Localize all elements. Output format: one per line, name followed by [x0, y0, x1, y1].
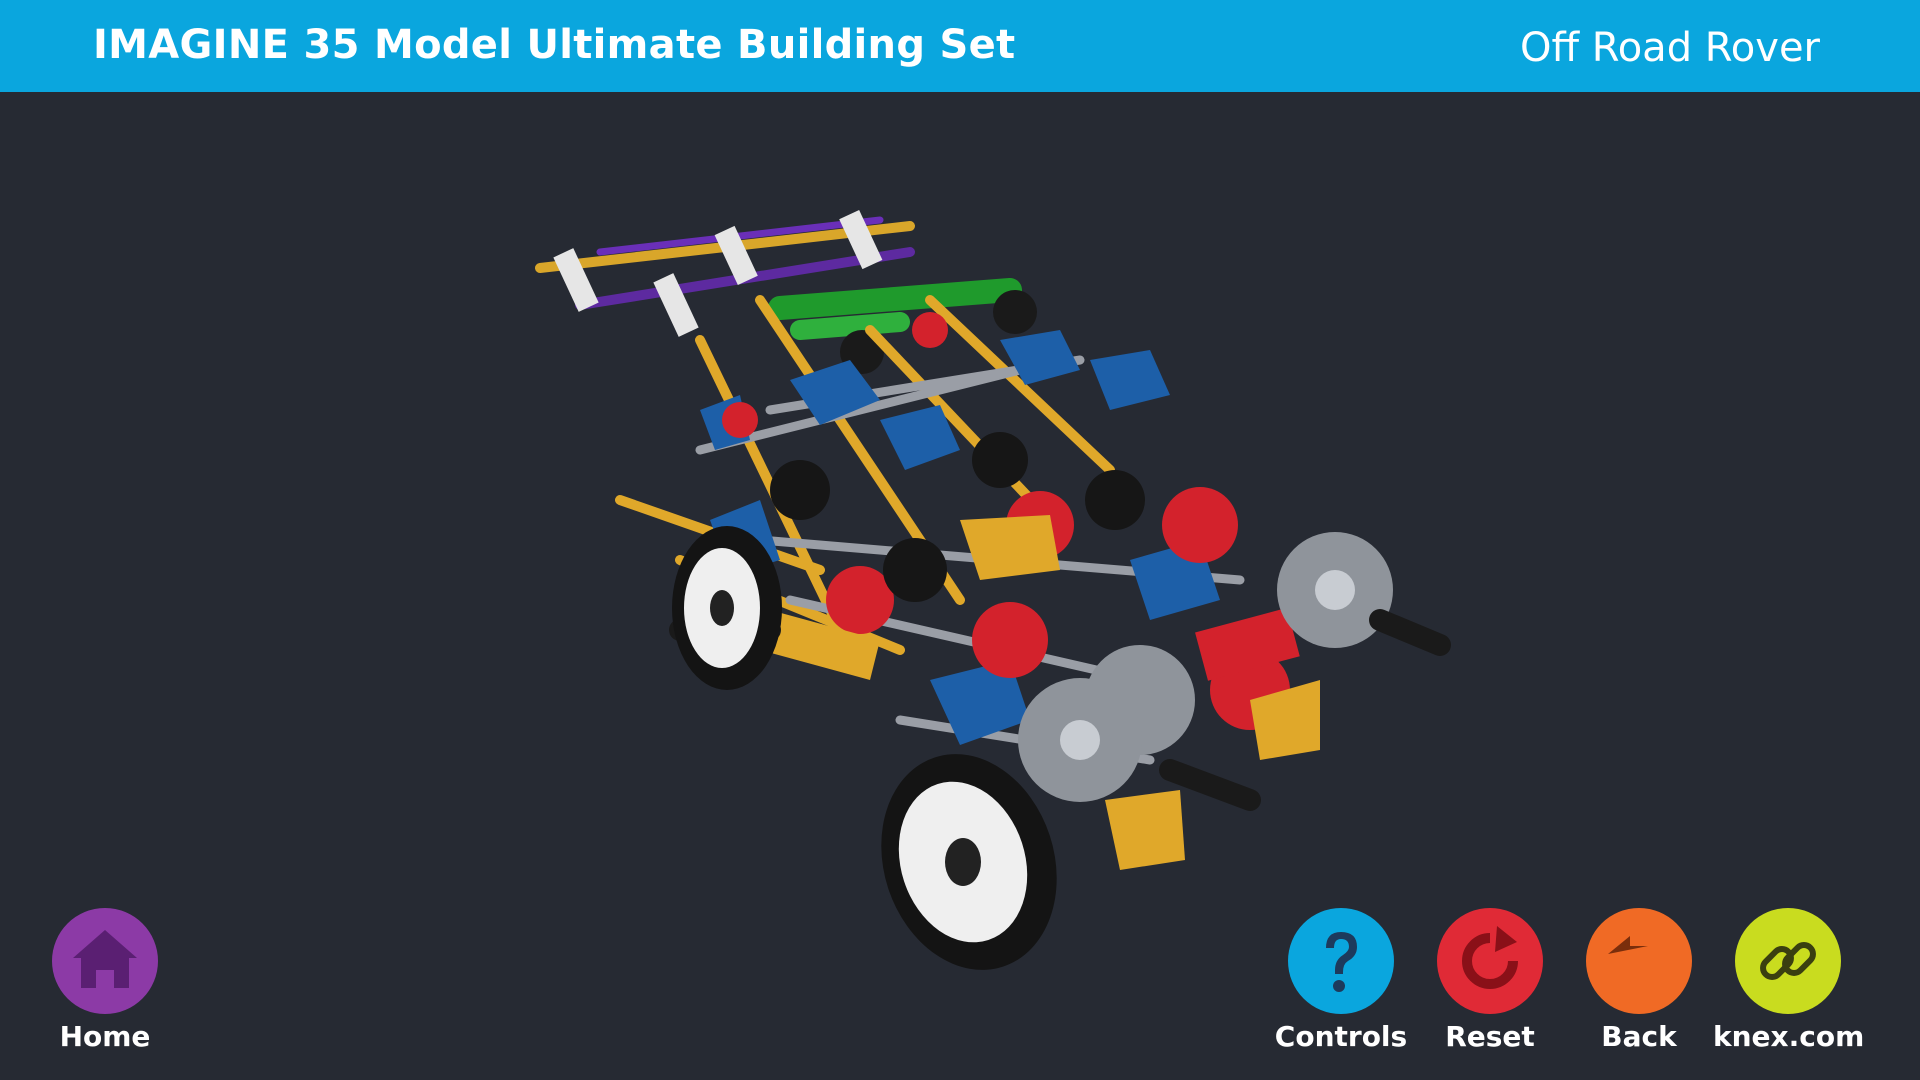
home-icon: [52, 908, 158, 1014]
question-icon: [1288, 908, 1394, 1014]
knex-label: knex.com: [1713, 1020, 1865, 1053]
reset-button[interactable]: Reset: [1415, 908, 1565, 1068]
title-bar: IMAGINE 35 Model Ultimate Building Set O…: [0, 0, 1920, 92]
back-arrow-icon: [1586, 908, 1692, 1014]
controls-label: Controls: [1274, 1020, 1408, 1053]
back-label: Back: [1601, 1020, 1677, 1053]
home-button[interactable]: Home: [30, 908, 180, 1068]
model-name: Off Road Rover: [1519, 25, 1820, 71]
reset-label: Reset: [1445, 1020, 1535, 1053]
home-label: Home: [59, 1020, 151, 1053]
set-title: IMAGINE 35 Model Ultimate Building Set: [93, 22, 1016, 68]
link-icon: [1735, 908, 1841, 1014]
back-button[interactable]: Back: [1564, 908, 1714, 1068]
knex-website-button[interactable]: knex.com: [1713, 908, 1865, 1068]
reset-icon: [1437, 908, 1543, 1014]
controls-button[interactable]: Controls: [1266, 908, 1416, 1068]
